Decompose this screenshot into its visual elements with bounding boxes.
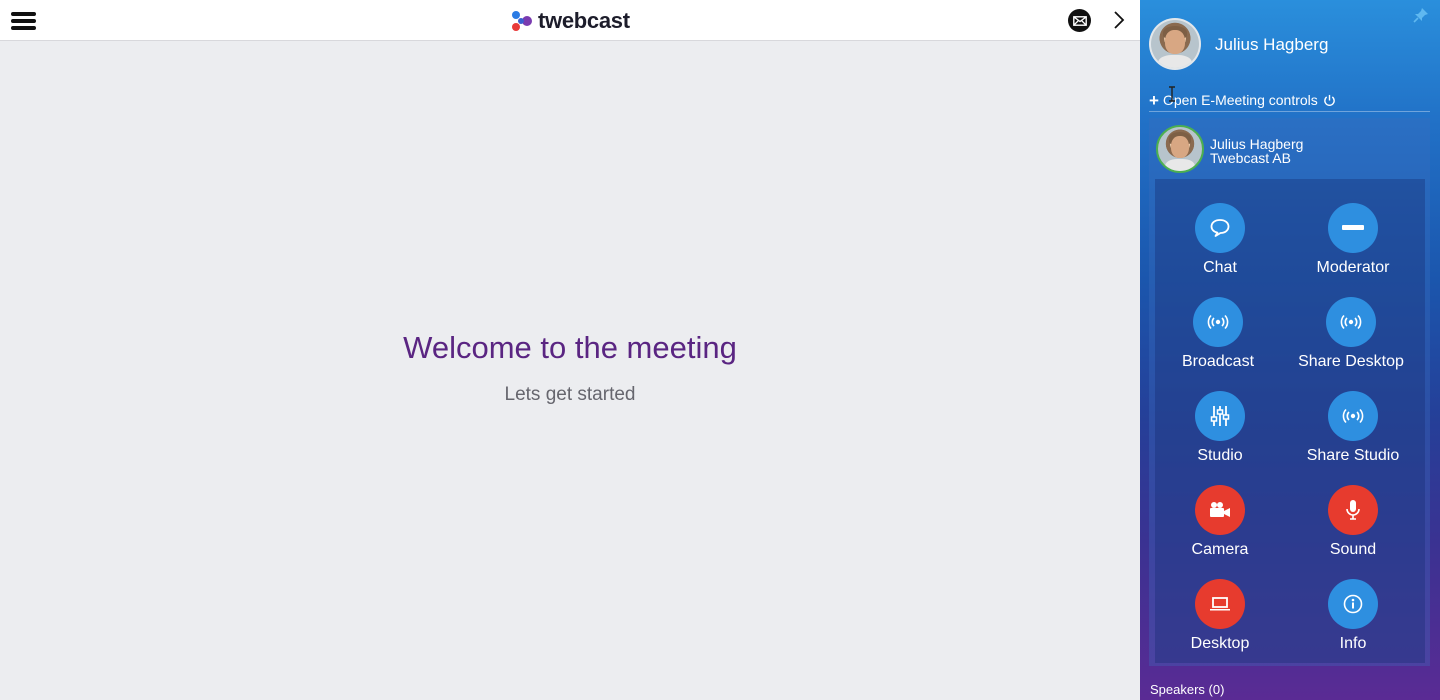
info-label: Info (1339, 635, 1367, 652)
main-stage: Welcome to the meeting Lets get started (0, 41, 1140, 700)
pin-icon[interactable] (1412, 6, 1430, 24)
controls-panel: Chat Moderator Broadcast Share Desktop S… (1155, 179, 1425, 663)
hamburger-menu-icon[interactable] (11, 12, 36, 30)
open-controls-label: Open E-Meeting controls (1162, 92, 1318, 108)
broadcast-icon (1328, 391, 1378, 441)
participant-card: Julius Hagberg Twebcast AB Chat Moderato… (1149, 118, 1430, 666)
chevron-right-icon[interactable] (1110, 10, 1128, 30)
chat-button[interactable]: Chat (1155, 203, 1285, 277)
share-desktop-label: Share Desktop (1298, 353, 1404, 370)
welcome-title: Welcome to the meeting (403, 330, 737, 365)
camera-icon (1195, 485, 1245, 535)
meeting-sidebar: Julius Hagberg + Open E-Meeting controls… (1140, 0, 1440, 700)
participant-organization: Twebcast AB (1210, 150, 1291, 166)
share-studio-button[interactable]: Share Studio (1288, 391, 1418, 465)
moderator-button[interactable]: Moderator (1288, 203, 1418, 277)
microphone-icon (1328, 485, 1378, 535)
user-name: Julius Hagberg (1215, 35, 1329, 54)
info-icon (1328, 579, 1378, 629)
desktop-label: Desktop (1190, 635, 1250, 652)
desktop-button[interactable]: Desktop (1155, 579, 1285, 653)
welcome-subtitle: Lets get started (504, 384, 636, 405)
speakers-count[interactable]: Speakers (0) (1150, 682, 1224, 697)
user-avatar[interactable] (1149, 18, 1201, 70)
divider (1149, 111, 1430, 112)
share-desktop-button[interactable]: Share Desktop (1286, 297, 1416, 371)
moderator-label: Moderator (1316, 259, 1390, 276)
brand-logo[interactable]: twebcast (510, 8, 630, 34)
power-icon (1324, 94, 1335, 106)
studio-label: Studio (1197, 447, 1243, 464)
participant-name: Julius Hagberg (1210, 136, 1304, 152)
text-cursor-icon (1169, 86, 1175, 102)
mail-icon[interactable] (1068, 9, 1091, 32)
camera-label: Camera (1191, 541, 1249, 558)
chat-bubble-icon (1195, 203, 1245, 253)
twebcast-logo-icon (512, 11, 532, 31)
chat-label: Chat (1203, 259, 1237, 276)
top-bar: twebcast (0, 0, 1140, 41)
plus-icon: + (1149, 90, 1159, 110)
info-button[interactable]: Info (1288, 579, 1418, 653)
participant-avatar[interactable] (1156, 125, 1204, 173)
sound-label: Sound (1329, 541, 1377, 558)
open-emeeting-controls-button[interactable]: + Open E-Meeting controls (1149, 90, 1336, 110)
brand-name: twebcast (538, 8, 630, 33)
broadcast-icon (1193, 297, 1243, 347)
broadcast-label: Broadcast (1181, 353, 1255, 370)
sliders-icon (1195, 391, 1245, 441)
sound-button[interactable]: Sound (1288, 485, 1418, 559)
share-studio-label: Share Studio (1306, 447, 1400, 464)
minus-icon (1328, 203, 1378, 253)
camera-button[interactable]: Camera (1155, 485, 1285, 559)
broadcast-icon (1326, 297, 1376, 347)
laptop-icon (1195, 579, 1245, 629)
studio-button[interactable]: Studio (1155, 391, 1285, 465)
broadcast-button[interactable]: Broadcast (1153, 297, 1283, 371)
